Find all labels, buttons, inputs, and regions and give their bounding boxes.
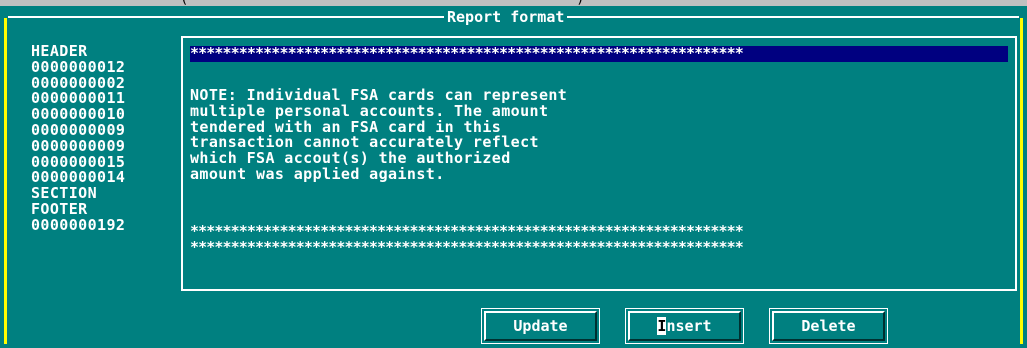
note-line[interactable]: NOTE: Individual FSA cards can represent: [190, 88, 1008, 104]
selected-stars-line[interactable]: ****************************************…: [190, 46, 1008, 62]
note-line[interactable]: transaction cannot accurately reflect: [190, 135, 1008, 151]
stars-line[interactable]: ****************************************…: [190, 240, 1008, 256]
stars-line[interactable]: ****************************************…: [190, 224, 1008, 240]
title-bar-text: ( ): [180, 0, 585, 6]
delete-button[interactable]: Delete: [769, 308, 888, 344]
window-title: Report format: [444, 7, 568, 27]
note-line[interactable]: which FSA accout(s) the authorized: [190, 151, 1008, 167]
update-button[interactable]: Update: [481, 308, 600, 344]
report-line-list[interactable]: HEADER 0000000012 0000000002 0000000011 …: [31, 43, 125, 234]
insert-button[interactable]: Insert: [625, 308, 744, 344]
note-line[interactable]: tendered with an FSA card in this: [190, 120, 1008, 136]
insert-label: nsert: [666, 317, 712, 335]
note-line[interactable]: multiple personal accounts. The amount: [190, 104, 1008, 120]
title-bar-strip: ( ): [0, 0, 1027, 6]
note-line[interactable]: amount was applied against.: [190, 167, 1008, 183]
report-text-editor[interactable]: ****************************************…: [181, 36, 1017, 291]
list-item[interactable]: 0000000192: [31, 217, 125, 234]
